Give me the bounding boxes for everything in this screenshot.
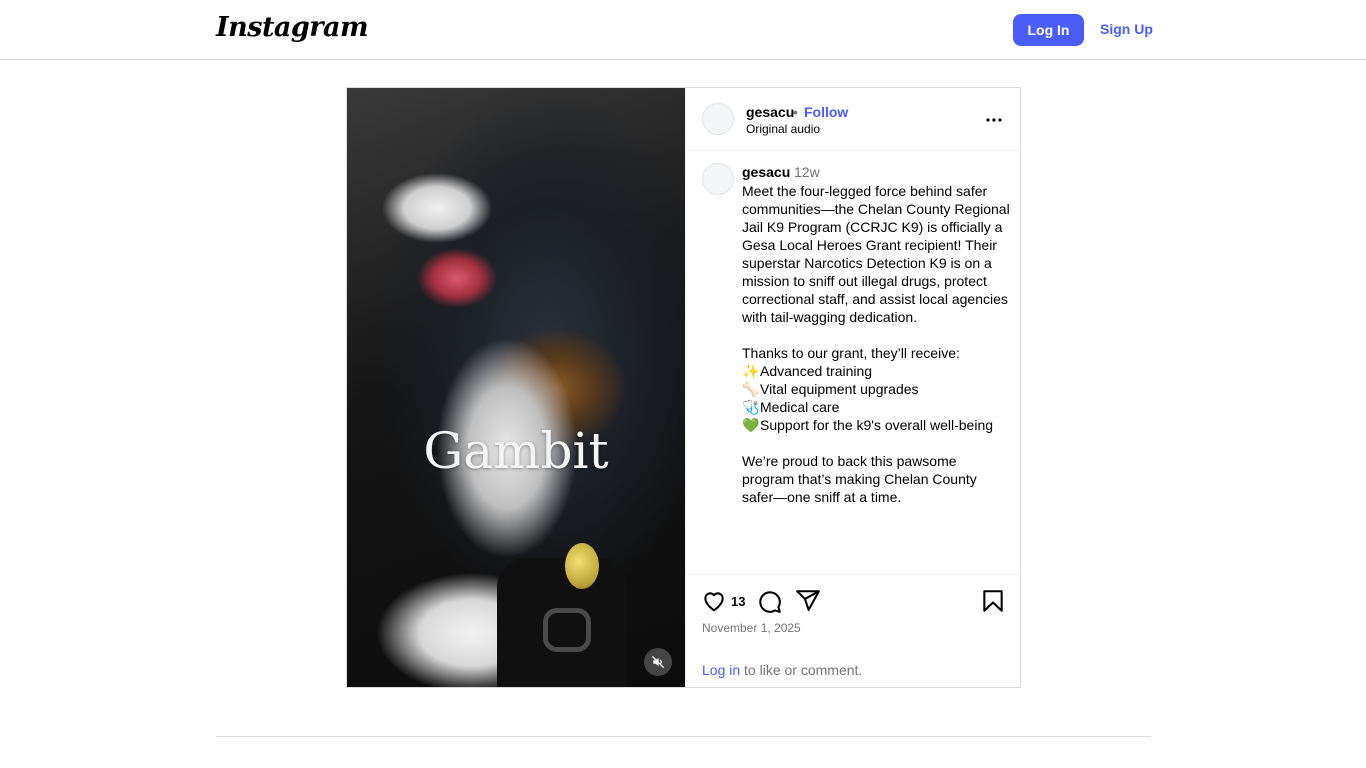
login-prompt: Log in to like or comment. (702, 662, 862, 678)
post-actions: 13 November 1, 2025 Log in to like or co… (686, 574, 1021, 687)
top-navigation-bar: Instagram Log In Sign Up (0, 0, 1366, 60)
caption-timestamp[interactable]: 12w (794, 164, 820, 180)
caption-paragraph: Meet the four-legged force behind safer … (742, 183, 1014, 325)
caption-bullet: ✨Advanced training (742, 363, 873, 379)
footer-divider (216, 736, 1151, 737)
login-prompt-text: to like or comment. (740, 662, 863, 678)
heart-icon[interactable] (701, 588, 727, 614)
log-in-link[interactable]: Log in (702, 662, 740, 678)
harness-ring-shape (543, 608, 591, 652)
share-icon[interactable] (795, 588, 821, 614)
sign-up-link[interactable]: Sign Up (1100, 21, 1153, 37)
post-card: Gambit gesacu • Follow Original audio ge… (346, 87, 1021, 688)
more-options-icon[interactable] (982, 108, 1006, 132)
caption-text: Meet the four-legged force behind safer … (742, 182, 1010, 506)
follow-button[interactable]: Follow (804, 104, 848, 120)
comment-icon[interactable] (756, 588, 782, 614)
sparkles-icon: ✨ (742, 363, 760, 379)
stethoscope-icon: 🩺 (742, 399, 760, 415)
caption-bullet: 🦴Vital equipment upgrades (742, 381, 919, 397)
avatar[interactable] (702, 163, 734, 195)
green-heart-icon: 💚 (742, 417, 760, 433)
caption-bullet: 🩺Medical care (742, 399, 840, 415)
post-date[interactable]: November 1, 2025 (702, 621, 801, 635)
muted-speaker-icon[interactable] (644, 648, 672, 676)
caption-section: gesacu 12w Meet the four-legged force be… (686, 151, 1021, 573)
bone-icon: 🦴 (742, 381, 760, 397)
post-details-panel: gesacu • Follow Original audio gesacu 12… (685, 88, 1021, 687)
instagram-logo[interactable]: Instagram (216, 12, 369, 43)
post-header: gesacu • Follow Original audio (686, 88, 1021, 151)
avatar[interactable] (702, 103, 734, 135)
video-overlay-title: Gambit (423, 422, 609, 480)
reel-video[interactable]: Gambit (347, 88, 685, 687)
dog-tag-shape (565, 543, 599, 589)
caption-username[interactable]: gesacu (742, 164, 790, 180)
like-count[interactable]: 13 (731, 594, 745, 609)
caption-bullet: 💚Support for the k9's overall well-being (742, 417, 994, 433)
caption-intro: Thanks to our grant, they’ll receive: (742, 345, 960, 361)
separator-dot: • (793, 104, 798, 120)
log-in-button[interactable]: Log In (1013, 14, 1084, 46)
bookmark-icon[interactable] (980, 588, 1006, 614)
original-audio-link[interactable]: Original audio (746, 122, 820, 136)
post-author-username[interactable]: gesacu (746, 104, 794, 120)
caption-paragraph: We’re proud to back this pawsome program… (742, 453, 981, 505)
